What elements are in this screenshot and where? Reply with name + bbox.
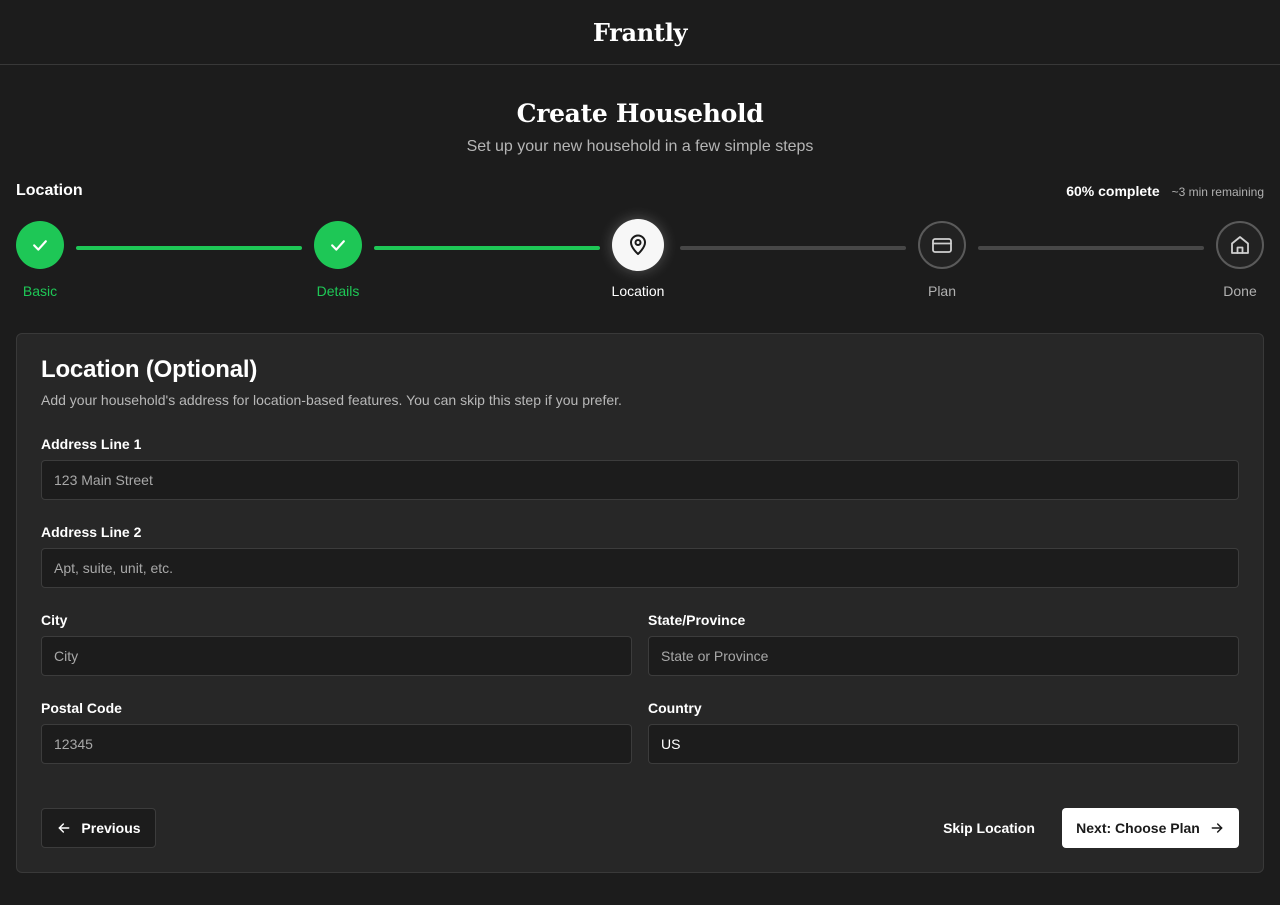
step-basic[interactable]: Basic xyxy=(16,221,64,299)
country-label: Country xyxy=(648,700,702,716)
step-label-done: Done xyxy=(1223,283,1257,299)
step-label-basic: Basic xyxy=(22,283,58,299)
next-button-label: Next: Choose Plan xyxy=(1076,820,1200,836)
progress-meta: Location 60% complete ~3 min remaining xyxy=(16,182,1264,200)
page-header: Create Household Set up your new househo… xyxy=(0,99,1280,156)
step-basic-circle xyxy=(16,221,64,269)
location-form-card: Location (Optional) Add your household's… xyxy=(16,333,1264,873)
step-label-location: Location xyxy=(611,283,665,299)
postal-code-field: Postal Code xyxy=(41,700,632,764)
current-step-name: Location xyxy=(16,182,83,199)
step-location[interactable]: Location xyxy=(611,219,665,299)
check-icon xyxy=(328,235,348,255)
step-connector-3 xyxy=(680,246,906,250)
state-input[interactable] xyxy=(648,636,1239,676)
country-input[interactable] xyxy=(648,724,1239,764)
step-label-plan: Plan xyxy=(927,283,957,299)
step-plan[interactable]: Plan xyxy=(918,221,966,299)
step-done-circle xyxy=(1216,221,1264,269)
step-connector-4 xyxy=(978,246,1204,250)
home-icon xyxy=(1228,233,1252,257)
step-details[interactable]: Details xyxy=(314,221,362,299)
city-field: City xyxy=(41,612,632,676)
form-description: Add your household's address for locatio… xyxy=(41,392,622,408)
address-line-1-label: Address Line 1 xyxy=(41,436,142,452)
postal-code-input[interactable] xyxy=(41,724,632,764)
credit-card-icon xyxy=(930,233,954,257)
arrow-right-icon xyxy=(1209,820,1225,836)
city-input[interactable] xyxy=(41,636,632,676)
check-icon xyxy=(30,235,50,255)
address-line-2-field: Address Line 2 xyxy=(41,524,1239,588)
previous-button[interactable]: Previous xyxy=(41,808,156,848)
progress-percent: 60% complete xyxy=(1066,183,1160,199)
step-label-details: Details xyxy=(316,283,360,299)
postal-code-label: Postal Code xyxy=(41,700,122,716)
skip-location-button[interactable]: Skip Location xyxy=(929,808,1049,848)
address-line-1-field: Address Line 1 xyxy=(41,436,1239,500)
step-done[interactable]: Done xyxy=(1216,221,1264,299)
step-plan-circle xyxy=(918,221,966,269)
top-bar: Frantly xyxy=(0,0,1280,65)
previous-button-label: Previous xyxy=(81,820,141,836)
arrow-left-icon xyxy=(56,820,72,836)
next-choose-plan-button[interactable]: Next: Choose Plan xyxy=(1062,808,1239,848)
country-field: Country xyxy=(648,700,1239,764)
progress-status: 60% complete ~3 min remaining xyxy=(1066,183,1264,199)
step-connector-2 xyxy=(374,246,600,250)
address-line-2-input[interactable] xyxy=(41,548,1239,588)
step-connector-1 xyxy=(76,246,302,250)
state-label: State/Province xyxy=(648,612,746,628)
time-remaining: ~3 min remaining xyxy=(1171,185,1264,199)
stepper: Basic Details Location Plan Done xyxy=(16,218,1264,308)
form-title: Location (Optional) xyxy=(41,356,258,383)
page-subtitle: Set up your new household in a few simpl… xyxy=(466,138,814,155)
step-location-circle xyxy=(612,219,664,271)
map-pin-icon xyxy=(626,233,650,257)
page-title: Create Household xyxy=(516,99,764,128)
address-line-2-label: Address Line 2 xyxy=(41,524,142,540)
step-details-circle xyxy=(314,221,362,269)
city-label: City xyxy=(41,612,68,628)
brand-logo[interactable]: Frantly xyxy=(593,18,688,47)
state-field: State/Province xyxy=(648,612,1239,676)
address-line-1-input[interactable] xyxy=(41,460,1239,500)
